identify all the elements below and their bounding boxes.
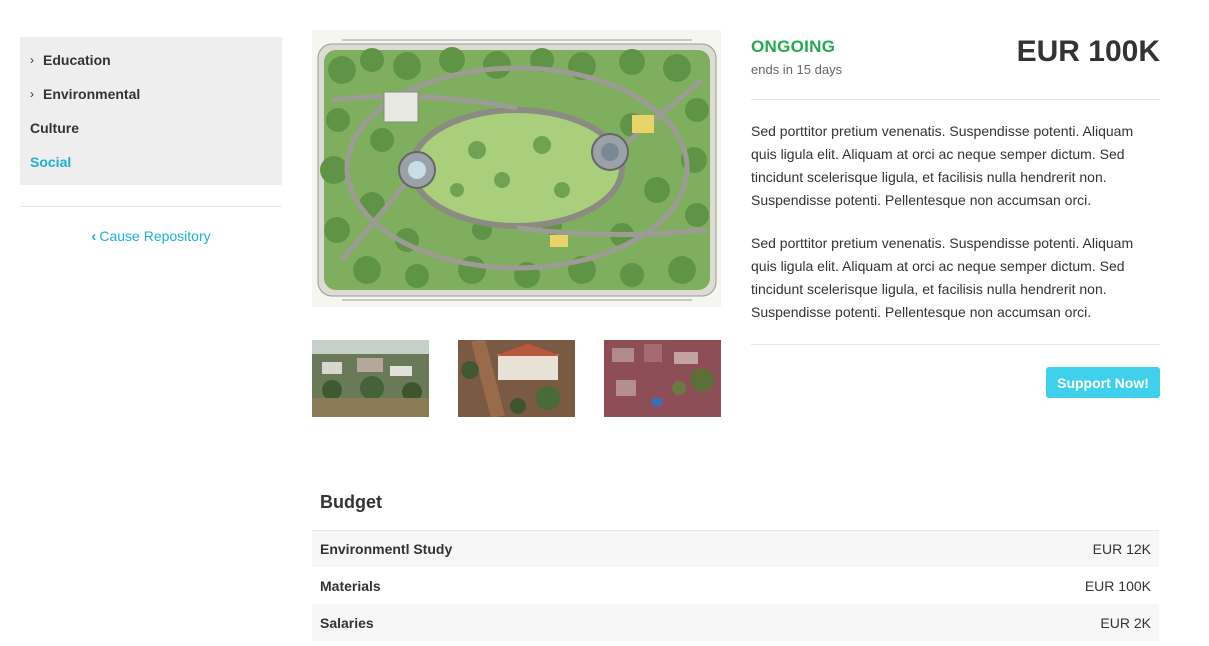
budget-item-name: Materials <box>320 577 381 594</box>
category-social[interactable]: Social <box>20 145 282 179</box>
table-row: Materials EUR 100K <box>312 567 1159 604</box>
cause-end-time: ends in 15 days <box>751 62 843 77</box>
category-label: Education <box>43 52 111 68</box>
divider <box>751 99 1160 100</box>
divider <box>751 344 1160 345</box>
budget-item-value: EUR 2K <box>1100 614 1151 631</box>
table-row: Salaries EUR 2K <box>312 604 1159 641</box>
category-environmental[interactable]: › Environmental <box>20 77 282 111</box>
budget-item-name: Salaries <box>320 614 374 631</box>
sidebar: › Education › Environmental Culture Soci… <box>20 37 282 245</box>
gallery-thumbnail-1[interactable] <box>312 340 429 417</box>
repository-link-label: Cause Repository <box>99 228 211 244</box>
sidebar-divider <box>20 206 282 207</box>
category-label: Environmental <box>43 86 141 102</box>
aerial-rooftops-image <box>604 340 721 417</box>
category-label: Culture <box>30 120 79 136</box>
flooded-street-image <box>458 340 575 417</box>
chevron-right-icon: › <box>30 87 34 101</box>
category-label: Social <box>30 154 72 170</box>
gallery-thumbnail-3[interactable] <box>604 340 721 417</box>
cause-repository-link[interactable]: ‹ Cause Repository <box>20 228 282 245</box>
support-now-button[interactable]: Support Now! <box>1046 367 1160 398</box>
category-list: › Education › Environmental Culture Soci… <box>20 37 282 185</box>
cause-description-paragraph: Sed porttitor pretium venenatis. Suspend… <box>751 123 1134 208</box>
cause-main-image[interactable] <box>312 30 721 307</box>
chevron-right-icon: › <box>30 53 34 67</box>
budget-table: Environmentl Study EUR 12K Materials EUR… <box>312 530 1159 641</box>
budget-item-value: EUR 12K <box>1092 541 1151 557</box>
budget-item-name: Environmentl Study <box>320 541 453 557</box>
park-plan-illustration <box>312 30 721 307</box>
category-education[interactable]: › Education <box>20 43 282 77</box>
aerial-town-image <box>312 340 429 417</box>
chevron-left-icon: ‹ <box>91 228 97 245</box>
cause-status: ONGOING <box>751 37 836 56</box>
category-culture[interactable]: Culture <box>20 111 282 145</box>
budget-item-value: EUR 100K <box>1084 577 1151 594</box>
cause-description-paragraph: Sed porttitor pretium venenatis. Suspend… <box>751 235 1134 320</box>
cause-goal-amount: EUR 100K <box>1016 35 1160 68</box>
gallery-thumbnail-2[interactable] <box>458 340 575 417</box>
budget-heading: Budget <box>320 492 382 512</box>
table-row: Environmentl Study EUR 12K <box>312 530 1159 567</box>
